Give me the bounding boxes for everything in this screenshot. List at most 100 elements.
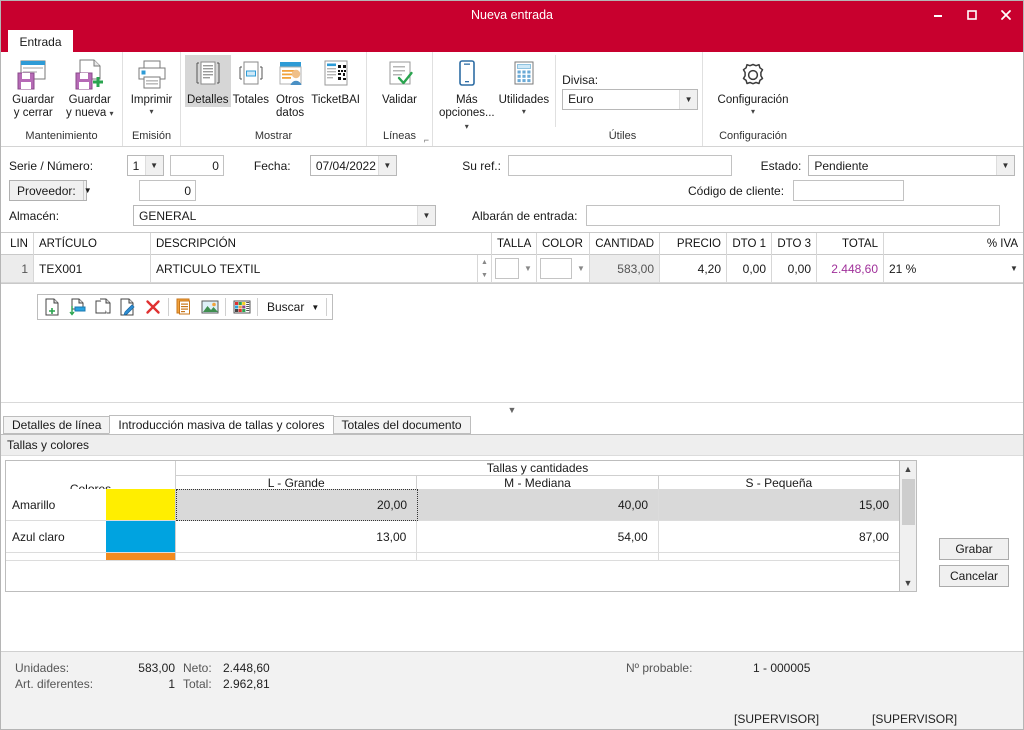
table-row[interactable]: Amarillo 20,00 40,00 15,00 — [6, 489, 899, 521]
buscar-dropdown[interactable]: Buscar ▼ — [261, 295, 323, 319]
cell-color[interactable]: ▼ — [537, 255, 590, 283]
insert-line-icon[interactable] — [65, 295, 90, 319]
tab-detalles-de-linea[interactable]: Detalles de línea — [3, 416, 111, 434]
albaran-input[interactable] — [586, 205, 1001, 226]
chevron-down-icon[interactable]: ▾ — [751, 108, 755, 116]
otros-datos-button[interactable]: Otros datos — [271, 55, 309, 120]
chevron-up-icon[interactable]: ▲ — [904, 461, 913, 477]
cell-talla[interactable]: ▼ — [492, 255, 537, 283]
dialog-launcher-icon[interactable]: ⌐ — [424, 135, 429, 145]
chevron-down-icon[interactable]: ▼ — [417, 206, 435, 225]
qty-s[interactable]: 15,00 — [659, 489, 899, 521]
maximize-icon[interactable] — [955, 1, 989, 28]
talla-input[interactable] — [495, 258, 519, 279]
chevron-down-icon[interactable]: ▼ — [144, 156, 163, 175]
proveedor-button[interactable]: Proveedor: ▼ — [9, 180, 92, 201]
divisa-select[interactable]: Euro ▼ — [562, 88, 699, 110]
cancelar-button[interactable]: Cancelar — [939, 565, 1009, 587]
application-window: Nueva entrada Entrada Guardar y cerrar G… — [0, 0, 1024, 730]
cell-precio[interactable]: 4,20 — [660, 255, 727, 283]
detalles-button[interactable]: Detalles — [185, 55, 231, 107]
cell-articulo[interactable]: TEX001 — [34, 255, 151, 283]
colors-sizes-icon[interactable] — [229, 295, 254, 319]
col-iva[interactable]: % IVA — [884, 233, 1023, 255]
totales-button[interactable]: Totales — [231, 55, 271, 107]
col-talla[interactable]: TALLA — [492, 233, 537, 255]
estado-select[interactable]: Pendiente ▼ — [808, 155, 1015, 176]
utilidades-button[interactable]: Utilidades ▾ — [497, 55, 552, 116]
chevron-down-icon[interactable]: ▼ — [1005, 264, 1023, 273]
sizes-colors-header-row-1: Colores Tallas y cantidades L - Grande M… — [6, 461, 899, 517]
cell-dto1[interactable]: 0,00 — [727, 255, 772, 283]
col-descripcion[interactable]: DESCRIPCIÓN — [151, 233, 492, 255]
table-row[interactable] — [6, 553, 899, 561]
chevron-down-icon[interactable]: ▼ — [82, 181, 92, 200]
imprimir-button[interactable]: Imprimir ▾ — [127, 55, 176, 116]
buscar-label: Buscar — [267, 300, 305, 314]
chevron-down-icon[interactable]: ▼ — [679, 89, 698, 109]
cell-iva[interactable]: 21 % ▼ — [884, 255, 1023, 283]
proveedor-code-input[interactable]: 0 — [139, 180, 196, 201]
copy-line-icon[interactable] — [90, 295, 115, 319]
tab-entrada[interactable]: Entrada — [8, 30, 73, 54]
chevron-down-icon[interactable]: ▼ — [573, 255, 589, 282]
tab-introduccion-masiva[interactable]: Introducción masiva de tallas y colores — [109, 415, 334, 434]
qty-l[interactable] — [176, 553, 418, 561]
almacen-select[interactable]: GENERAL ▼ — [133, 205, 436, 226]
fecha-datepicker[interactable]: 07/04/2022 ▼ — [309, 155, 397, 176]
qty-l[interactable]: 20,00 — [176, 489, 418, 521]
col-total[interactable]: TOTAL — [817, 233, 884, 255]
col-lin[interactable]: LIN — [1, 233, 34, 255]
col-articulo[interactable]: ARTÍCULO — [34, 233, 151, 255]
qty-m[interactable] — [417, 553, 659, 561]
new-line-icon[interactable] — [40, 295, 65, 319]
qty-l[interactable]: 13,00 — [176, 521, 418, 553]
table-row[interactable]: Azul claro 13,00 54,00 87,00 — [6, 521, 899, 553]
ticketbai-button[interactable]: TicketBAI — [309, 55, 362, 107]
qty-s[interactable] — [658, 553, 899, 561]
validar-button[interactable]: Validar — [371, 55, 428, 107]
col-cantidad[interactable]: CANTIDAD — [590, 233, 660, 255]
image-icon[interactable] — [197, 295, 222, 319]
row-spinner[interactable]: ▲ ▼ — [478, 255, 492, 283]
close-icon[interactable] — [989, 1, 1023, 28]
codigo-cliente-input[interactable] — [793, 180, 905, 201]
chevron-down-icon[interactable]: ▼ — [995, 156, 1014, 175]
chevron-down-icon[interactable]: ▼ — [377, 156, 396, 175]
qty-m[interactable]: 40,00 — [418, 489, 659, 521]
chevron-down-icon[interactable]: ▼ — [904, 575, 913, 591]
guardar-y-nueva-button[interactable]: Guardar y nueva ▾ — [62, 55, 119, 120]
tab-totales-del-documento[interactable]: Totales del documento — [332, 416, 471, 434]
scrollbar-thumb[interactable] — [901, 479, 915, 525]
table-row[interactable]: 1 TEX001 ARTICULO TEXTIL ▲ ▼ ▼ ▼ 583,00 4… — [1, 255, 1023, 283]
col-precio[interactable]: PRECIO — [660, 233, 727, 255]
guardar-y-cerrar-button[interactable]: Guardar y cerrar — [5, 55, 62, 120]
sizes-colors-scrollbar[interactable]: ▲ ▼ — [900, 460, 917, 592]
chevron-down-icon[interactable]: ▾ — [149, 108, 153, 116]
col-dto3[interactable]: DTO 3 — [772, 233, 817, 255]
cell-descripcion[interactable]: ARTICULO TEXTIL — [151, 255, 478, 283]
mas-opciones-button[interactable]: Más opciones... ▾ — [437, 55, 497, 133]
chevron-down-icon[interactable]: ▼ — [520, 255, 536, 282]
numero-input[interactable]: 0 — [169, 155, 224, 176]
chevron-down-icon[interactable]: ▾ — [522, 108, 526, 116]
chevron-down-icon[interactable]: ▼ — [311, 303, 319, 312]
qty-m[interactable]: 54,00 — [417, 521, 659, 553]
qty-s[interactable]: 87,00 — [658, 521, 899, 553]
grabar-button[interactable]: Grabar — [939, 538, 1009, 560]
panel-collapse-toggle[interactable]: ▼ — [1, 402, 1023, 416]
almacen-value: GENERAL — [139, 208, 197, 223]
edit-line-icon[interactable] — [115, 295, 140, 319]
guardar-y-nueva-label: Guardar y nueva ▾ — [66, 94, 114, 119]
minimize-icon[interactable] — [921, 1, 955, 28]
su-ref-input[interactable] — [507, 155, 733, 176]
toolbar-separator — [326, 298, 328, 316]
delete-line-icon[interactable] — [140, 295, 165, 319]
configuracion-button[interactable]: Configuración ▾ — [707, 55, 799, 116]
notes-icon[interactable] — [172, 295, 197, 319]
col-dto1[interactable]: DTO 1 — [727, 233, 772, 255]
serie-select[interactable]: 1 ▼ — [126, 155, 164, 176]
col-color[interactable]: COLOR — [537, 233, 590, 255]
color-input[interactable] — [540, 258, 572, 279]
cell-dto3[interactable]: 0,00 — [772, 255, 817, 283]
